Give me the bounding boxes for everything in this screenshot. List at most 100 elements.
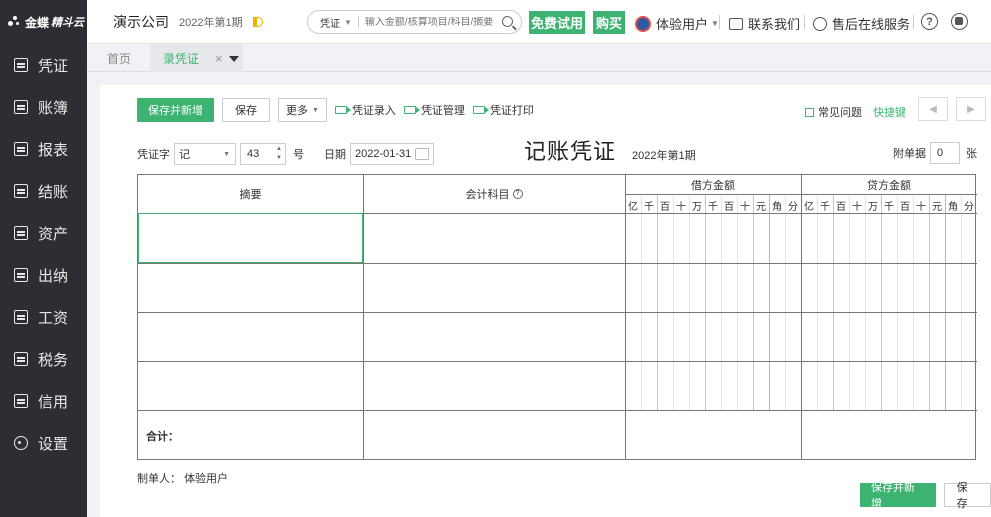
sidebar-item-label: 凭证 — [38, 57, 69, 75]
date-field[interactable]: 2022-01-31 — [350, 143, 434, 165]
app-logo[interactable]: 金蝶 精斗云 — [0, 0, 87, 44]
accounting-period: 2022年第1期 — [179, 16, 243, 29]
salary-icon — [14, 310, 28, 324]
close-icon[interactable]: × — [215, 51, 223, 66]
column-header-debit: 借方金额 — [691, 179, 735, 192]
credit-icon — [14, 394, 28, 408]
video-link-label: 凭证打印 — [489, 105, 534, 117]
sidebar-item-asset[interactable]: 资产 — [0, 212, 87, 254]
attachments-unit: 张 — [966, 148, 977, 160]
video-link-voucher-management[interactable]: 凭证管理 — [403, 102, 465, 118]
sidebar-item-label: 信用 — [38, 393, 69, 411]
voucher-type-value: 记 — [179, 149, 190, 161]
video-link-label: 凭证录入 — [351, 105, 396, 117]
divider — [801, 175, 802, 459]
company-name[interactable]: 演示公司 — [113, 12, 169, 32]
speaker-icon[interactable] — [252, 16, 263, 27]
voucher-number-value: 43 — [247, 148, 260, 160]
logo-text: 金蝶 — [25, 15, 50, 30]
search-type-select[interactable]: 凭证 — [320, 15, 340, 30]
contact-us-link[interactable]: 联系我们 — [729, 14, 800, 33]
sidebar-item-cashier[interactable]: 出纳 — [0, 254, 87, 296]
digit-column-line — [817, 194, 818, 411]
digit-header: 千 — [644, 202, 654, 213]
buy-button[interactable]: 购买 — [593, 11, 625, 34]
voucher-title: 记账凭证 — [524, 139, 617, 164]
help-icon[interactable]: ? — [921, 13, 938, 30]
chat-icon — [729, 17, 743, 30]
digit-column-line — [641, 194, 642, 411]
after-sales-service-link[interactable]: 售后在线服务 — [813, 14, 910, 33]
sidebar-item-ledger[interactable]: 账簿 — [0, 86, 87, 128]
save-and-new-button[interactable]: 保存并新增 — [860, 482, 936, 510]
faq-link[interactable]: 常见问题 — [805, 104, 862, 120]
search-box: 凭证 ▼ — [307, 10, 522, 34]
chevron-down-icon: ▼ — [223, 150, 230, 158]
tab-list-dropdown-icon[interactable] — [229, 56, 239, 62]
sidebar-item-credit[interactable]: 信用 — [0, 380, 87, 422]
attachments-count-input[interactable]: 0 — [930, 142, 960, 164]
more-dropdown[interactable]: 更多 ▼ — [278, 98, 327, 122]
tab-home[interactable]: 首页 — [107, 44, 131, 72]
chevron-down-icon[interactable]: ▼ — [344, 18, 352, 27]
next-voucher-button[interactable]: ▶ — [956, 97, 986, 121]
settings-icon — [14, 436, 28, 450]
tab-bar: 首页 录凭证 × — [87, 44, 991, 72]
theme-icon[interactable] — [951, 13, 968, 30]
digit-header: 百 — [900, 202, 910, 213]
free-trial-button[interactable]: 免费试用 — [529, 11, 585, 34]
tax-icon — [14, 352, 28, 366]
sidebar-item-report[interactable]: 报表 — [0, 128, 87, 170]
cashier-icon — [14, 268, 28, 282]
voucher-icon — [14, 58, 28, 72]
digit-header: 角 — [772, 202, 782, 213]
shortcut-link[interactable]: 快捷键 — [873, 104, 906, 120]
digit-column-line — [769, 194, 770, 411]
voucher-table: 摘要 会计科目 ? 借方金额 贷方金额 亿千百十万千百十元角分亿千百十万千百十元… — [137, 174, 977, 460]
user-name: 体验用户 — [656, 17, 709, 32]
help-icon[interactable]: ? — [512, 189, 523, 199]
digit-column-line — [849, 194, 850, 411]
sidebar-item-voucher[interactable]: 凭证 — [0, 44, 87, 86]
summary-input-row-1[interactable] — [138, 213, 363, 263]
digit-header: 角 — [948, 202, 958, 213]
maker-label: 制单人： — [137, 473, 181, 485]
digit-column-line — [721, 194, 722, 411]
sidebar-item-label: 出纳 — [38, 267, 69, 285]
save-button[interactable]: 保存 — [943, 482, 991, 510]
video-link-voucher-print[interactable]: 凭证打印 — [472, 102, 534, 118]
search-icon[interactable] — [502, 16, 513, 27]
digit-column-line — [753, 194, 754, 411]
column-header-summary: 摘要 — [239, 189, 262, 201]
save-and-new-button[interactable]: 保存并新增 — [137, 98, 214, 122]
video-icon — [334, 106, 351, 114]
digit-column-line — [705, 194, 706, 411]
voucher-type-select[interactable]: 记 ▼ — [174, 143, 236, 165]
user-menu[interactable]: 体验用户 ▼ — [635, 14, 719, 33]
previous-voucher-button[interactable]: ◀ — [918, 97, 948, 121]
search-input[interactable] — [364, 16, 495, 28]
digit-header: 分 — [788, 202, 798, 213]
digit-column-line — [929, 194, 930, 411]
voucher-number-stepper[interactable]: 43 ▲ ▼ — [240, 143, 286, 165]
spinner-arrows-icon[interactable]: ▲ ▼ — [276, 145, 282, 163]
save-button[interactable]: 保存 — [222, 98, 270, 122]
sidebar-item-salary[interactable]: 工资 — [0, 296, 87, 338]
digit-header: 千 — [820, 202, 830, 213]
voucher-toolbar: 保存并新增 保存 更多 ▼ 凭证录入 凭证管理 凭证打印 — [137, 98, 534, 122]
calendar-icon[interactable] — [415, 148, 429, 160]
digit-header: 百 — [836, 202, 846, 213]
digit-header: 千 — [708, 202, 718, 213]
sidebar-item-close-account[interactable]: 结账 — [0, 170, 87, 212]
sidebar-item-label: 报表 — [38, 141, 69, 159]
chevron-down-icon: ▼ — [312, 106, 319, 114]
divider — [719, 15, 720, 29]
sidebar-item-settings[interactable]: 设置 — [0, 422, 87, 464]
video-link-voucher-entry[interactable]: 凭证录入 — [334, 102, 396, 118]
divider — [363, 175, 364, 459]
top-header: 演示公司 2022年第1期 凭证 ▼ 免费试用 购买 体验用户 ▼ 联系我们 售… — [87, 0, 991, 44]
digit-column-line — [673, 194, 674, 411]
sidebar-item-tax[interactable]: 税务 — [0, 338, 87, 380]
report-icon — [14, 142, 28, 156]
digit-header: 千 — [884, 202, 894, 213]
